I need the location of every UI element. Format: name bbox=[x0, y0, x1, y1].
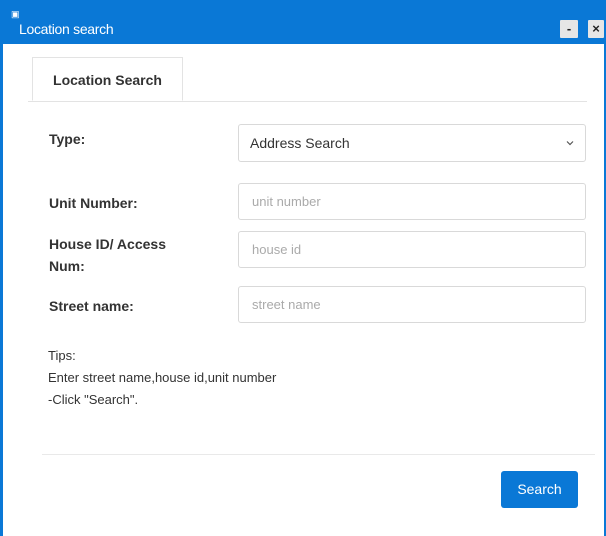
tips-line-1: Enter street name,house id,unit number bbox=[48, 370, 277, 385]
house-id-label-line2: Num: bbox=[49, 258, 85, 274]
tips-heading: Tips: bbox=[48, 348, 76, 363]
window-title: Location search bbox=[19, 21, 114, 37]
street-name-input[interactable] bbox=[238, 286, 586, 323]
house-id-label-line1: House ID/ Access bbox=[49, 236, 166, 252]
house-id-label: House ID/ Access Num: bbox=[49, 233, 166, 277]
tab-location-search[interactable]: Location Search bbox=[32, 57, 183, 101]
type-select[interactable]: Address Search bbox=[238, 124, 586, 162]
tips-line-2: -Click "Search". bbox=[48, 392, 139, 407]
minimize-button[interactable]: - bbox=[560, 20, 578, 38]
house-id-input[interactable] bbox=[238, 231, 586, 268]
type-label: Type: bbox=[49, 131, 86, 147]
title-bar[interactable]: ▣ Location search - × bbox=[3, 0, 604, 44]
search-button[interactable]: Search bbox=[501, 471, 578, 508]
street-name-label: Street name: bbox=[49, 298, 134, 314]
app-icon: ▣ bbox=[11, 9, 20, 19]
unit-number-label: Unit Number: bbox=[49, 195, 138, 211]
chevron-down-icon bbox=[566, 141, 574, 146]
tab-bar: Location Search bbox=[28, 57, 587, 102]
footer-divider bbox=[42, 454, 595, 455]
type-select-value: Address Search bbox=[250, 135, 350, 151]
unit-number-input[interactable] bbox=[238, 183, 586, 220]
location-search-dialog: ▣ Location search - × Location Search Ty… bbox=[0, 0, 606, 536]
close-button[interactable]: × bbox=[588, 20, 604, 38]
